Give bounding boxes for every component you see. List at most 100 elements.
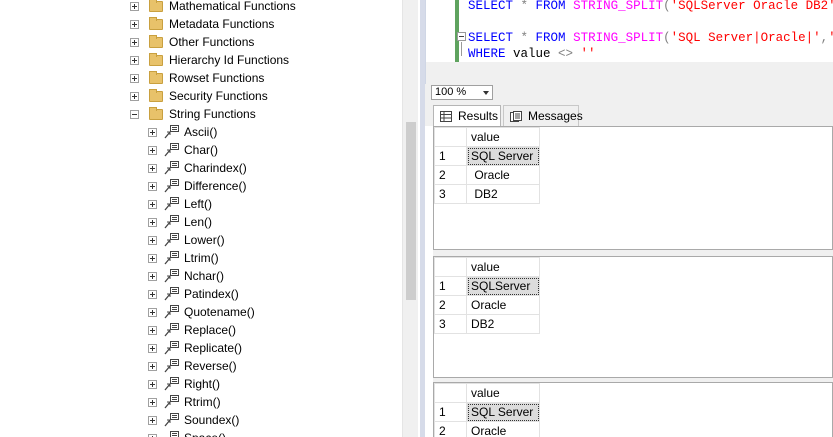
row-number[interactable]: 2 [434,165,467,185]
table-row[interactable]: 3 DB2 [434,314,540,334]
table-cell[interactable]: Oracle [466,421,540,437]
tree-folder[interactable]: Security Functions [130,87,268,105]
column-header[interactable]: value [466,127,540,147]
code-line-4[interactable]: WHERE value <> '' [468,46,596,62]
tab-results[interactable]: Results [433,105,501,126]
expand-icon[interactable] [148,271,157,281]
result-grid-2[interactable]: value 1 SQLServer 2 Oracle 3 DB2 [433,256,833,378]
result-grid-1[interactable]: value 1 SQL Server 2 Oracle 3 DB2 [433,126,833,250]
column-header[interactable]: value [466,257,540,277]
expand-icon[interactable] [148,163,157,173]
expand-icon[interactable] [148,289,157,299]
table-row[interactable]: 2 Oracle [434,295,540,315]
tab-messages[interactable]: Messages [503,105,583,126]
tree-folder[interactable]: Metadata Functions [130,15,274,33]
tree-function-item[interactable]: Nchar() [148,267,224,285]
expand-icon[interactable] [148,361,157,371]
editor-horizontal-scrollbar[interactable] [426,62,833,85]
row-number[interactable]: 1 [434,402,467,422]
row-number[interactable]: 3 [434,184,467,204]
row-header-corner[interactable] [434,383,467,403]
operator: <> [558,47,574,61]
tree-function-item[interactable]: Right() [148,375,220,393]
table-row[interactable]: 1 SQL Server [434,402,540,422]
expand-icon[interactable] [148,199,157,209]
expand-icon[interactable] [148,307,157,317]
explorer-scroll-thumb[interactable] [406,122,416,300]
row-header-corner[interactable] [434,257,467,277]
folder-icon [149,70,163,84]
tree-folder[interactable]: Hierarchy Id Functions [130,51,289,69]
expand-icon[interactable] [148,253,157,263]
tree-function-item[interactable]: Replicate() [148,339,242,357]
expand-icon[interactable] [148,415,157,425]
row-number[interactable]: 3 [434,314,467,334]
expand-icon[interactable] [148,379,157,389]
column-header[interactable]: value [466,383,540,403]
table-row[interactable]: 2 Oracle [434,165,540,185]
table-cell[interactable]: DB2 [466,184,540,204]
row-number[interactable]: 1 [434,146,467,166]
table-cell[interactable]: Oracle [466,295,540,315]
tree-function-item[interactable]: Quotename() [148,303,255,321]
tree-folder[interactable]: Rowset Functions [130,69,264,87]
row-number[interactable]: 2 [434,421,467,437]
tree-function-item[interactable]: Patindex() [148,285,239,303]
table-cell[interactable]: SQL Server [466,146,540,166]
row-number[interactable]: 1 [434,276,467,296]
table-cell[interactable]: Oracle [466,165,540,185]
table-row[interactable]: 1 SQLServer [434,276,540,296]
chevron-down-icon[interactable] [483,91,489,95]
tree-function-item[interactable]: Space() [148,429,226,437]
expand-icon[interactable] [148,343,157,353]
row-number[interactable]: 2 [434,295,467,315]
expand-icon[interactable] [148,325,157,335]
table-cell[interactable]: SQLServer [466,276,540,296]
expand-icon[interactable] [148,145,157,155]
collapse-toggle-icon[interactable] [457,32,466,41]
tree-function-item[interactable]: Replace() [148,321,236,339]
table-cell[interactable]: SQL Server [466,402,540,422]
expand-icon[interactable] [148,397,157,407]
result-grid-3[interactable]: value 1 SQL Server 2 Oracle [433,382,833,437]
tree-function-item[interactable]: Len() [148,213,212,231]
tree-folder[interactable]: String Functions [130,105,256,123]
table-row[interactable]: 2 Oracle [434,421,540,437]
row-header-corner[interactable] [434,127,467,147]
expand-icon[interactable] [130,91,139,101]
query-editor[interactable]: SELECT * FROM STRING_SPLIT('SQLServer Or… [425,0,833,85]
tree-function-item[interactable]: Soundex() [148,411,239,429]
tree-function-item[interactable]: Lower() [148,231,225,249]
table-row[interactable]: 1 SQL Server [434,146,540,166]
operator: * [513,0,536,13]
table-header-row: value [434,257,540,277]
collapse-icon[interactable] [130,109,139,119]
tree-function-item[interactable]: Charindex() [148,159,247,177]
code-line-3[interactable]: SELECT * FROM STRING_SPLIT('SQL Server|O… [468,30,833,46]
expand-icon[interactable] [148,181,157,191]
expand-icon[interactable] [130,1,139,11]
table-cell[interactable]: DB2 [466,314,540,334]
explorer-vertical-scrollbar[interactable] [402,0,418,437]
tree-function-item[interactable]: Rtrim() [148,393,221,411]
zoom-select[interactable]: 100 % [431,85,493,100]
expand-icon[interactable] [148,433,157,437]
expand-icon[interactable] [148,235,157,245]
expand-icon[interactable] [130,19,139,29]
table-row[interactable]: 3 DB2 [434,184,540,204]
tree-function-item[interactable]: Ltrim() [148,249,219,267]
expand-icon[interactable] [130,73,139,83]
zoom-bar: 100 % [425,84,833,102]
code-line-1[interactable]: SELECT * FROM STRING_SPLIT('SQLServer Or… [468,0,833,14]
tree-function-item[interactable]: Left() [148,195,212,213]
tree-function-item[interactable]: Char() [148,141,218,159]
tree-function-item[interactable]: Reverse() [148,357,237,375]
tree-folder[interactable]: Other Functions [130,33,254,51]
expand-icon[interactable] [148,127,157,137]
tree-function-item[interactable]: Difference() [148,177,246,195]
expand-icon[interactable] [130,37,139,47]
expand-icon[interactable] [130,55,139,65]
tree-function-item[interactable]: Ascii() [148,123,217,141]
tree-folder[interactable]: Mathematical Functions [130,0,296,15]
expand-icon[interactable] [148,217,157,227]
